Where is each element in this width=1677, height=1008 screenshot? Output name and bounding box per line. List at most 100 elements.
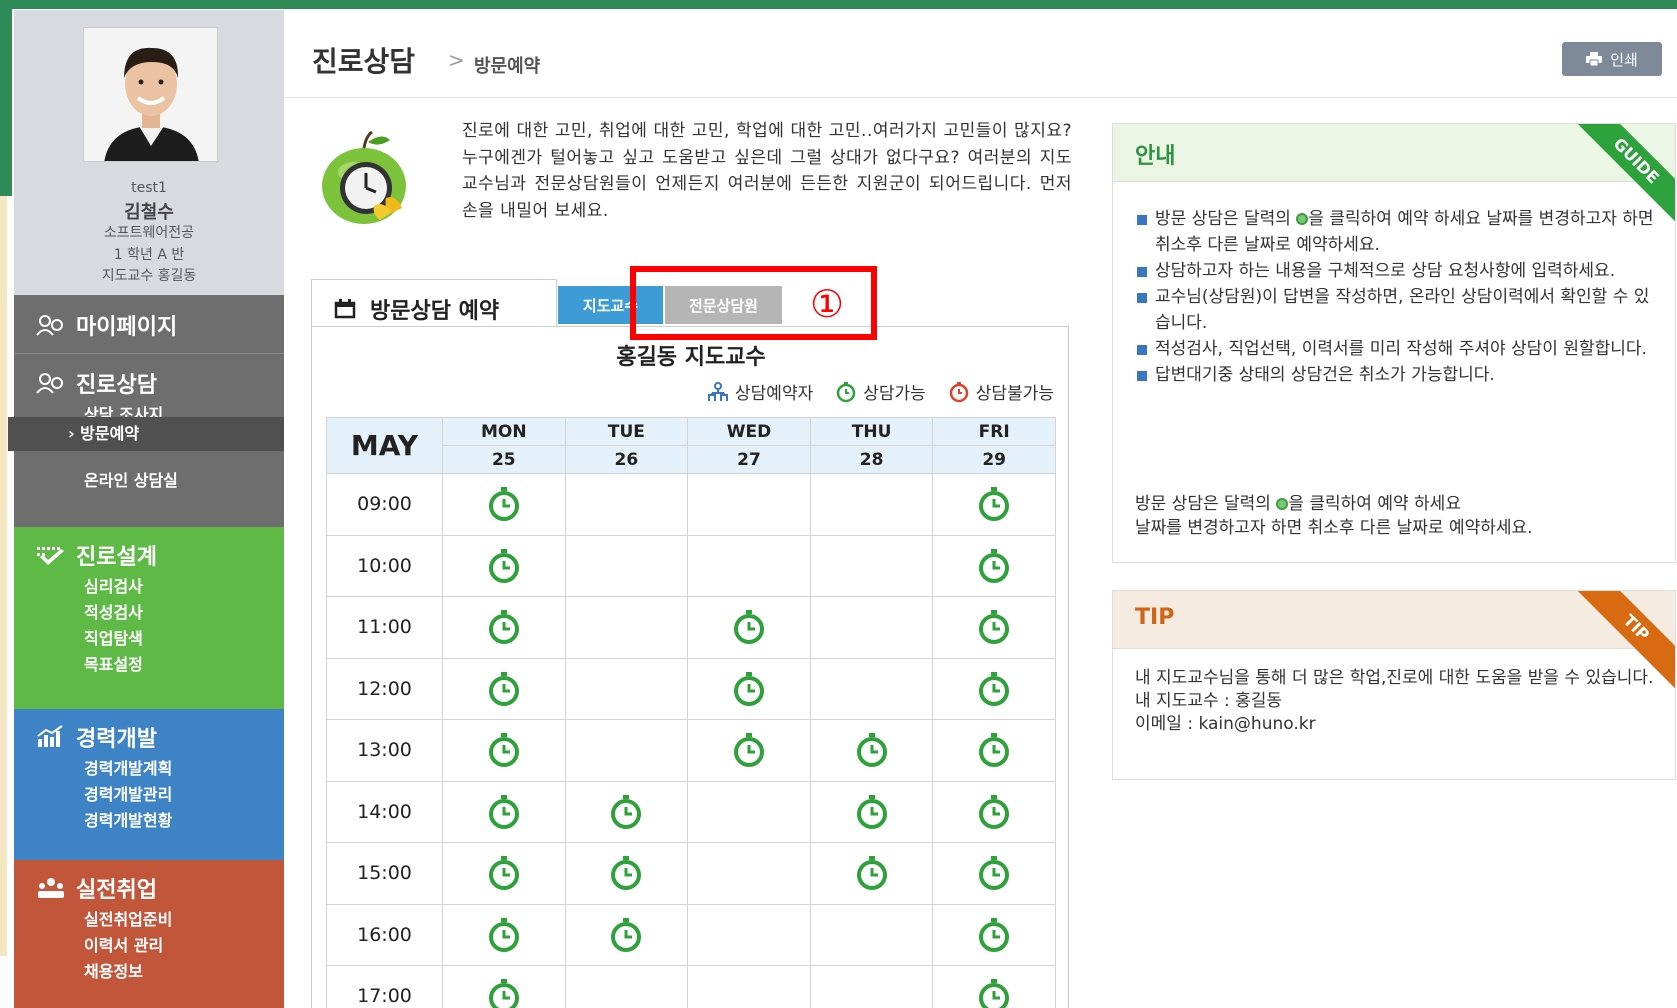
- slot-mon-1100[interactable]: [442, 596, 566, 659]
- slot-tue-1400[interactable]: [564, 780, 689, 843]
- menu-career-counsel[interactable]: 진로상담: [36, 367, 157, 399]
- available-clock-icon[interactable]: [486, 486, 522, 522]
- slot-tue-0900: [564, 473, 689, 536]
- menu-job-item-1[interactable]: 이력서 관리: [84, 932, 163, 956]
- available-clock-icon[interactable]: [976, 609, 1012, 645]
- slot-thu-1400[interactable]: [809, 780, 934, 843]
- calendar-icon: [334, 298, 356, 318]
- available-clock-icon[interactable]: [486, 978, 522, 1008]
- available-clock-icon[interactable]: [608, 917, 644, 953]
- available-clock-icon[interactable]: [486, 609, 522, 645]
- menu-mypage[interactable]: 마이페이지: [36, 309, 177, 341]
- guide-item-1: 상담하고자 하는 내용을 구체적으로 상담 요청사항에 입력하세요.: [1135, 258, 1665, 284]
- available-clock-icon[interactable]: [854, 855, 890, 891]
- guide-note-text-b: 을 클릭하여 예약 하세요: [1288, 494, 1461, 514]
- slot-wed-1200[interactable]: [687, 657, 811, 720]
- time-slot-label: 12:00: [326, 657, 443, 720]
- available-clock-icon[interactable]: [608, 855, 644, 891]
- available-clock-icon[interactable]: [976, 486, 1012, 522]
- menu-job-item-0[interactable]: 실전취업준비: [84, 906, 172, 930]
- slot-mon-0900[interactable]: [442, 473, 566, 536]
- menu-dev-item-2[interactable]: 경력개발현황: [84, 807, 172, 831]
- available-clock-icon[interactable]: [731, 671, 767, 707]
- slot-thu-1600: [809, 903, 934, 966]
- day-name-fri: FRI: [932, 417, 1056, 446]
- available-clock-icon[interactable]: [854, 732, 890, 768]
- time-slot-label: 10:00: [326, 534, 443, 597]
- slot-mon-1300[interactable]: [442, 719, 566, 782]
- print-button-label: 인쇄: [1610, 50, 1638, 69]
- guide-note: 방문 상담은 달력의 을 클릭하여 예약 하세요 날짜를 변경하고자 하면 취소…: [1135, 492, 1665, 540]
- printer-icon: [1586, 52, 1603, 66]
- slot-tue-1600[interactable]: [564, 903, 689, 966]
- slot-fri-1400[interactable]: [932, 780, 1056, 843]
- menu-dev-item-1[interactable]: 경력개발관리: [84, 781, 172, 805]
- slot-thu-1000: [809, 534, 934, 597]
- slot-thu-1300[interactable]: [809, 719, 934, 782]
- menu-job[interactable]: 실전취업: [36, 872, 157, 904]
- slot-mon-1600[interactable]: [442, 903, 566, 966]
- available-clock-icon[interactable]: [976, 978, 1012, 1008]
- tip-box: TIP TIP 내 지도교수님을 통해 더 많은 학업,진로에 대한 도움을 받…: [1112, 590, 1676, 780]
- app-window: test1 김철수 소프트웨어전공 1 학년 A 반 지도교수 홍길동 마이페이…: [0, 0, 1677, 1008]
- menu-job-item-2[interactable]: 채용정보: [84, 958, 143, 982]
- available-clock-icon[interactable]: [486, 732, 522, 768]
- available-clock-icon[interactable]: [976, 917, 1012, 953]
- available-clock-icon[interactable]: [976, 794, 1012, 830]
- breadcrumb-separator: >: [448, 48, 465, 72]
- menu-career-dev[interactable]: 경력개발: [36, 721, 157, 753]
- day-name-thu: THU: [809, 417, 934, 446]
- available-clock-icon[interactable]: [976, 671, 1012, 707]
- day-date-tue: 26: [564, 445, 689, 474]
- slot-fri-1300[interactable]: [932, 719, 1056, 782]
- slot-wed-1100[interactable]: [687, 596, 811, 659]
- available-clock-icon[interactable]: [731, 609, 767, 645]
- menu-design-item-2[interactable]: 직업탐색: [84, 625, 143, 649]
- slot-thu-1500[interactable]: [809, 842, 934, 905]
- available-clock-icon[interactable]: [976, 855, 1012, 891]
- menu-dev-item-0[interactable]: 경력개발계획: [84, 755, 172, 779]
- available-clock-icon[interactable]: [486, 794, 522, 830]
- available-clock-icon[interactable]: [486, 855, 522, 891]
- available-clock-icon[interactable]: [976, 732, 1012, 768]
- slot-tue-1000: [564, 534, 689, 597]
- menu-group-job: 실전취업 실전취업준비 이력서 관리 채용정보: [14, 860, 284, 1008]
- left-accent-bar: [0, 0, 12, 196]
- tip-line-1: 내 지도교수님을 통해 더 많은 학업,진로에 대한 도움을 받을 수 있습니다…: [1135, 668, 1654, 688]
- print-button[interactable]: 인쇄: [1562, 42, 1662, 76]
- available-clock-icon[interactable]: [976, 548, 1012, 584]
- slot-tue-1700: [564, 965, 689, 1008]
- slot-fri-0900[interactable]: [932, 473, 1056, 536]
- menu-career-design[interactable]: 진로설계: [36, 539, 157, 571]
- time-slot-label: 16:00: [326, 903, 443, 966]
- slot-thu-1100: [809, 596, 934, 659]
- slot-fri-1200[interactable]: [932, 657, 1056, 720]
- calendar-row: 15:00: [326, 842, 1056, 905]
- slot-wed-1300[interactable]: [687, 719, 811, 782]
- slot-fri-1100[interactable]: [932, 596, 1056, 659]
- slot-fri-1500[interactable]: [932, 842, 1056, 905]
- available-clock-icon[interactable]: [486, 671, 522, 707]
- menu-visit-reservation[interactable]: › 방문예약: [8, 417, 284, 451]
- calendar-row: 14:00: [326, 780, 1056, 843]
- slot-mon-1400[interactable]: [442, 780, 566, 843]
- guide-item-2: 교수님(상담원)이 답변을 작성하면, 온라인 상담이력에서 확인할 수 있습니…: [1135, 284, 1665, 336]
- slot-fri-1600[interactable]: [932, 903, 1056, 966]
- slot-tue-1500[interactable]: [564, 842, 689, 905]
- slot-mon-1500[interactable]: [442, 842, 566, 905]
- menu-online-counsel[interactable]: 온라인 상담실: [84, 467, 178, 491]
- menu-design-item-1[interactable]: 적성검사: [84, 599, 143, 623]
- available-clock-icon[interactable]: [608, 794, 644, 830]
- menu-group-career-design: 진로설계 심리검사 적성검사 직업탐색 목표설정: [14, 527, 284, 709]
- menu-design-item-0[interactable]: 심리검사: [84, 573, 143, 597]
- available-clock-icon[interactable]: [486, 917, 522, 953]
- available-clock-icon[interactable]: [486, 548, 522, 584]
- slot-mon-1000[interactable]: [442, 534, 566, 597]
- slot-fri-1000[interactable]: [932, 534, 1056, 597]
- menu-design-item-3[interactable]: 목표설정: [84, 651, 143, 675]
- available-clock-icon[interactable]: [854, 794, 890, 830]
- slot-mon-1200[interactable]: [442, 657, 566, 720]
- available-clock-icon[interactable]: [731, 732, 767, 768]
- slot-fri-1700[interactable]: [932, 965, 1056, 1008]
- slot-mon-1700[interactable]: [442, 965, 566, 1008]
